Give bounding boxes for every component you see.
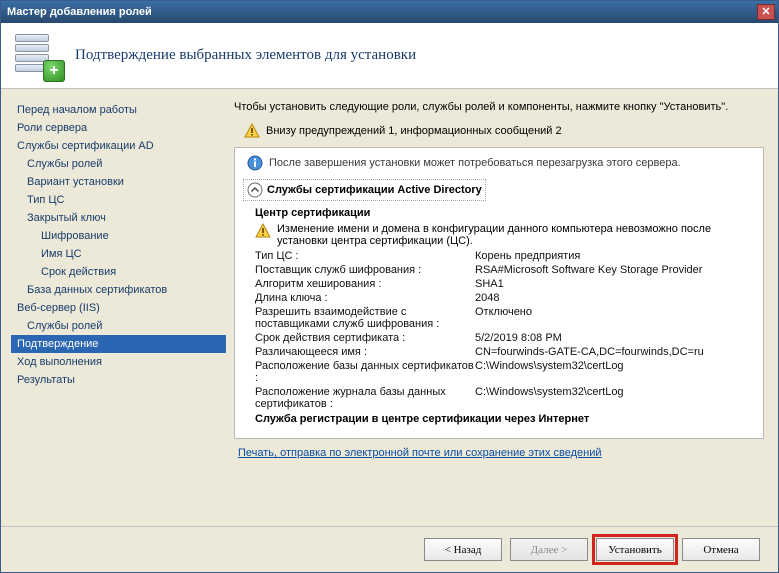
close-icon: ✕ [761, 7, 770, 18]
wizard-header: + Подтверждение выбранных элементов для … [1, 23, 778, 89]
nav-cryptography[interactable]: Шифрование [35, 227, 226, 245]
nav-confirmation[interactable]: Подтверждение [11, 335, 226, 353]
wizard-footer: < Назад Далее > Установить Отмена [1, 526, 778, 572]
cancel-button[interactable]: Отмена [682, 538, 760, 561]
kv-row: Тип ЦС :Корень предприятия [241, 249, 757, 263]
nav-iis-role-services[interactable]: Службы ролей [21, 317, 226, 335]
kv-val: C:\Windows\system32\certLog [475, 386, 757, 410]
nav-server-roles[interactable]: Роли сервера [11, 119, 226, 137]
nav-private-key[interactable]: Закрытый ключ [21, 209, 226, 227]
nav-ca-name[interactable]: Имя ЦС [35, 245, 226, 263]
ca-warning-row: Изменение имени и домена в конфигурации … [241, 221, 757, 249]
nav-before-begin[interactable]: Перед началом работы [11, 101, 226, 119]
warning-icon [244, 123, 260, 139]
kv-val: SHA1 [475, 278, 757, 290]
wizard-window: { "titlebar": { "title": "Мастер добавле… [0, 0, 779, 573]
kv-val: 2048 [475, 292, 757, 304]
kv-val: Отключено [475, 306, 757, 330]
wizard-body: Перед началом работы Роли сервера Службы… [1, 89, 778, 526]
kv-row: Различающееся имя :CN=fourwinds-GATE-CA,… [241, 345, 757, 359]
kv-key: Различающееся имя : [255, 346, 475, 358]
kv-row: Разрешить взаимодействие с поставщиками … [241, 305, 757, 331]
info-reboot-text: После завершения установки может потребо… [269, 157, 681, 169]
kv-row: Расположение базы данных сертификатов :C… [241, 359, 757, 385]
nav-iis[interactable]: Веб-сервер (IIS) [11, 299, 226, 317]
nav-progress[interactable]: Ход выполнения [11, 353, 226, 371]
nav-ca-type[interactable]: Тип ЦС [21, 191, 226, 209]
kv-key: Разрешить взаимодействие с поставщиками … [255, 306, 475, 330]
window-title: Мастер добавления ролей [7, 6, 152, 18]
wizard-sidebar: Перед началом работы Роли сервера Службы… [1, 89, 226, 526]
back-button[interactable]: < Назад [424, 538, 502, 561]
nav-validity[interactable]: Срок действия [35, 263, 226, 281]
ca-warning-text: Изменение имени и домена в конфигурации … [277, 223, 753, 247]
chevron-up-icon [247, 182, 263, 198]
warning-summary-row: Внизу предупреждений 1, информационных с… [234, 123, 764, 139]
intro-text: Чтобы установить следующие роли, службы … [234, 101, 764, 113]
kv-row: Расположение журнала базы данных сертифи… [241, 385, 757, 411]
kv-val: RSA#Microsoft Software Key Storage Provi… [475, 264, 757, 276]
details-box[interactable]: После завершения установки может потребо… [234, 147, 764, 439]
nav-cert-db[interactable]: База данных сертификатов [21, 281, 226, 299]
section-ca: Центр сертификации [241, 205, 757, 221]
kv-key: Алгоритм хеширования : [255, 278, 475, 290]
export-link[interactable]: Печать, отправка по электронной почте ил… [238, 447, 602, 459]
export-link-row: Печать, отправка по электронной почте ил… [234, 439, 764, 461]
kv-key: Длина ключа : [255, 292, 475, 304]
kv-val: C:\Windows\system32\certLog [475, 360, 757, 384]
info-reboot-row: После завершения установки может потребо… [241, 152, 757, 177]
kv-row: Поставщик служб шифрования :RSA#Microsof… [241, 263, 757, 277]
warning-icon [255, 223, 271, 239]
kv-key: Поставщик служб шифрования : [255, 264, 475, 276]
info-icon [247, 155, 263, 171]
page-title: Подтверждение выбранных элементов для ус… [75, 47, 416, 64]
nav-install-type[interactable]: Вариант установки [21, 173, 226, 191]
kv-val: Корень предприятия [475, 250, 757, 262]
wizard-main: Чтобы установить следующие роли, службы … [226, 89, 778, 526]
warning-summary-text: Внизу предупреждений 1, информационных с… [266, 125, 562, 137]
kv-key: Срок действия сертификата : [255, 332, 475, 344]
close-button[interactable]: ✕ [757, 4, 775, 20]
kv-val: 5/2/2019 8:08 PM [475, 332, 757, 344]
kv-row: Длина ключа :2048 [241, 291, 757, 305]
nav-role-services[interactable]: Службы ролей [21, 155, 226, 173]
install-button[interactable]: Установить [596, 538, 674, 561]
kv-row: Срок действия сертификата :5/2/2019 8:08… [241, 331, 757, 345]
kv-key: Расположение базы данных сертификатов : [255, 360, 475, 384]
nav-ad-cs[interactable]: Службы сертификации AD [11, 137, 226, 155]
server-plus-icon: + [15, 32, 63, 80]
section-web-enroll: Служба регистрации в центре сертификации… [241, 411, 757, 427]
kv-row: Алгоритм хеширования :SHA1 [241, 277, 757, 291]
adcs-header-text: Службы сертификации Active Directory [267, 184, 482, 196]
kv-val: CN=fourwinds-GATE-CA,DC=fourwinds,DC=ru [475, 346, 757, 358]
nav-results[interactable]: Результаты [11, 371, 226, 389]
next-button: Далее > [510, 538, 588, 561]
kv-key: Расположение журнала базы данных сертифи… [255, 386, 475, 410]
adcs-header-row[interactable]: Службы сертификации Active Directory [243, 179, 486, 201]
kv-key: Тип ЦС : [255, 250, 475, 262]
titlebar: Мастер добавления ролей ✕ [1, 1, 778, 23]
